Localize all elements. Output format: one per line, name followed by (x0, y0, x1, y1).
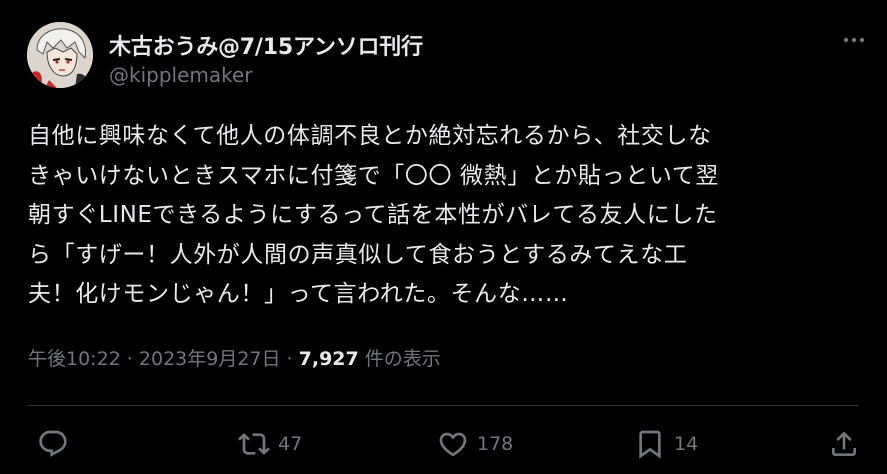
like-button[interactable]: 178 (437, 426, 513, 462)
tweet-text: 自他に興味なくて他人の体調不良とか絶対忘れるから、社交しな きゃいけないときスマ… (28, 117, 868, 315)
bookmark-button[interactable]: 14 (634, 426, 698, 462)
tweet-text-line: 自他に興味なくて他人の体調不良とか絶対忘れるから、社交しな (28, 123, 712, 149)
author-display-name[interactable]: 木古おうみ@7/15アンソロ刊行 (109, 29, 423, 61)
author-handle[interactable]: @kipplemaker (109, 63, 253, 87)
meta-separator: · (120, 348, 139, 370)
tweet-text-line: ら「すげー！人外が人間の声真似して食おうとするみてえな工 (28, 241, 688, 268)
divider (28, 405, 859, 406)
retweet-icon (238, 428, 270, 460)
bookmark-count: 14 (674, 433, 699, 455)
meta-separator: · (280, 348, 299, 370)
bookmark-icon (634, 428, 666, 460)
tweet-date[interactable]: 2023年9月27日 (139, 348, 281, 370)
tweet-text-line: きゃいけないときスマホに付箋で「〇〇 微熱」とか貼っといて翌 (28, 162, 719, 189)
retweet-count: 47 (278, 433, 303, 455)
like-count: 178 (477, 433, 514, 455)
action-bar: 47 178 14 (0, 426, 887, 462)
tweet-card: 木古おうみ@7/15アンソロ刊行 @kipplemaker 自他に興味なくて他人… (0, 0, 887, 474)
tweet-time[interactable]: 午後10:22 (28, 348, 121, 370)
views-label: 件の表示 (358, 348, 441, 370)
more-icon[interactable] (840, 30, 870, 50)
retweet-button[interactable]: 47 (238, 426, 302, 462)
avatar[interactable] (27, 22, 93, 88)
share-icon (828, 428, 860, 460)
views-count: 7,927 (298, 348, 359, 370)
tweet-text-line: 朝すぐLINEできるようにするって話を本性がバレてる友人にした (28, 202, 718, 228)
heart-icon (437, 428, 469, 460)
share-button[interactable] (828, 426, 860, 462)
reply-button[interactable] (37, 426, 77, 462)
tweet-meta: 午後10:22 · 2023年9月27日 · 7,927 件の表示 (28, 344, 441, 371)
tweet-text-line: 夫！化けモンじゃん！」って言われた。そんな…… (28, 281, 569, 307)
reply-icon (37, 428, 69, 460)
